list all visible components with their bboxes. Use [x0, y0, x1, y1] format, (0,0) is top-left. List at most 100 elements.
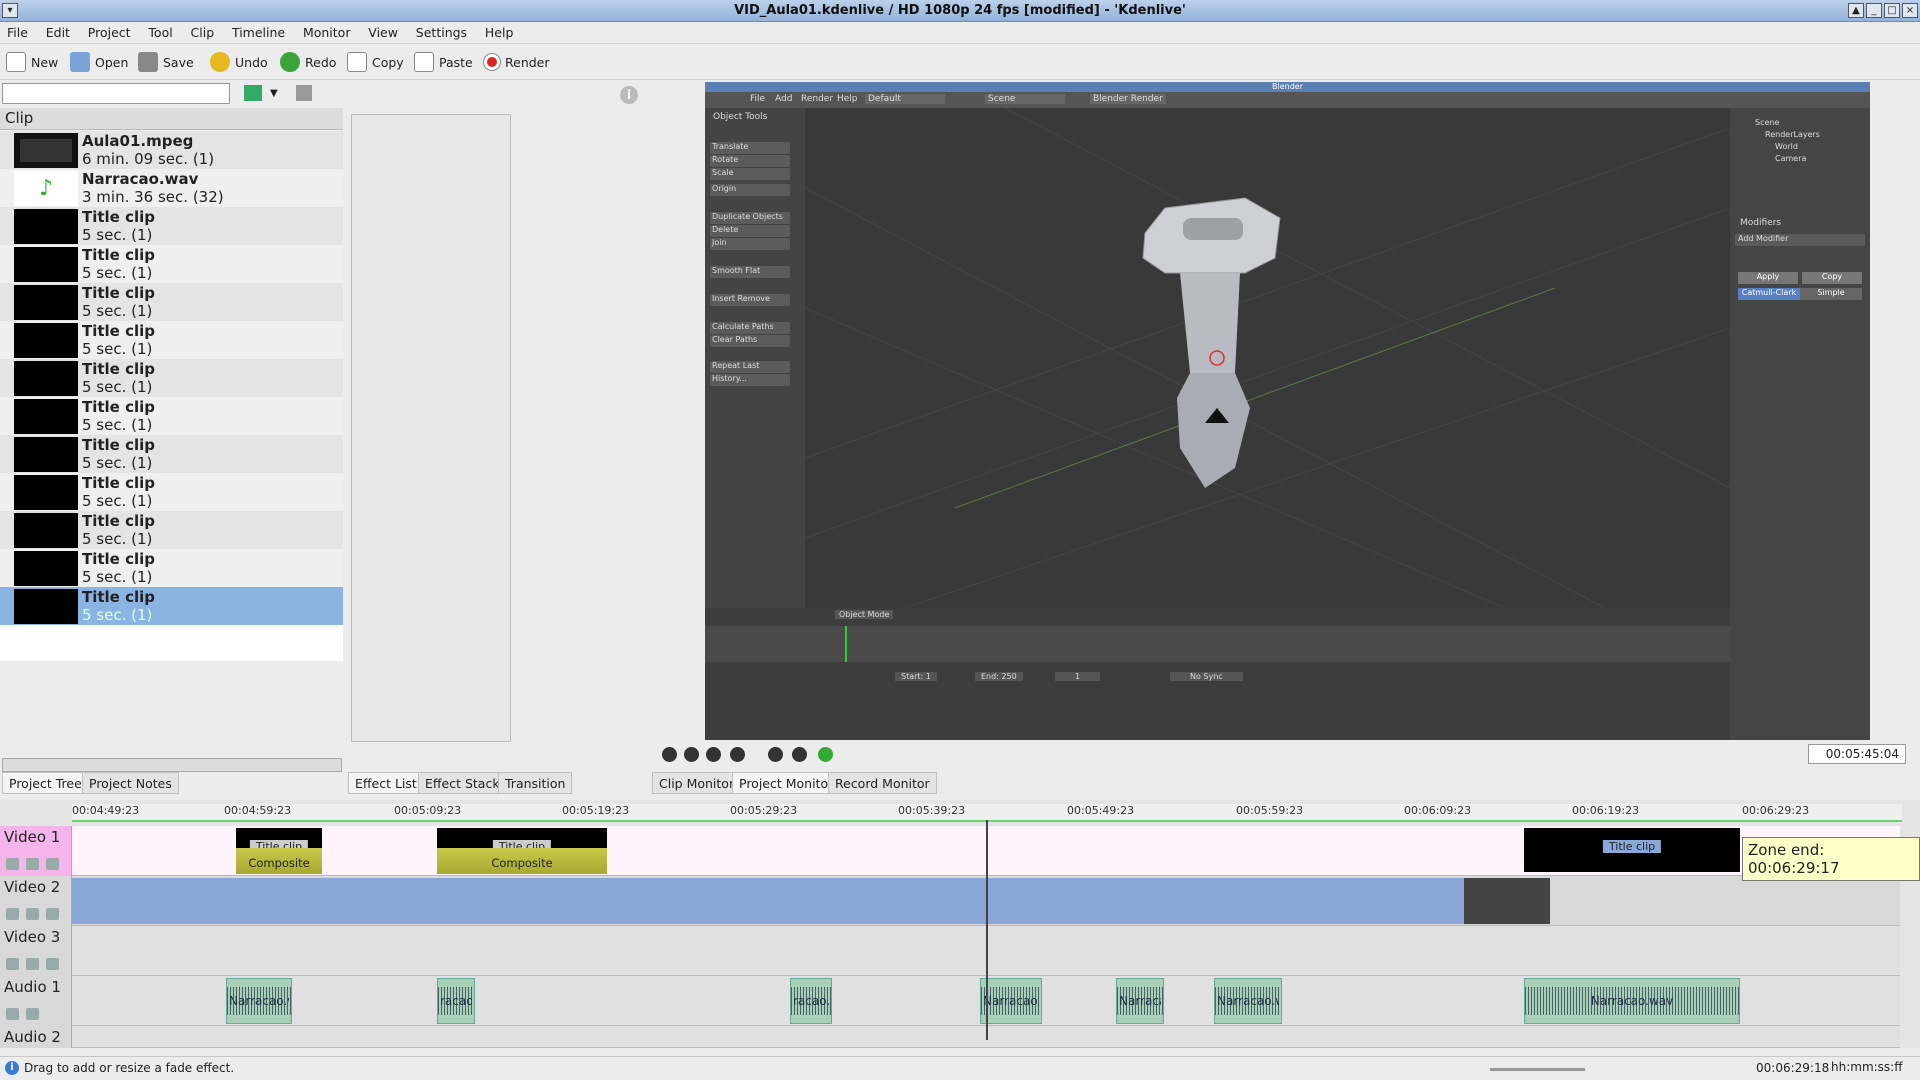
list-item[interactable]: Title clip 5 sec. (1) — [0, 321, 343, 359]
copy-modifier-button: Copy — [1802, 272, 1862, 284]
list-item[interactable]: Title clip 5 sec. (1) — [0, 549, 343, 587]
copy-button[interactable]: Copy — [347, 50, 404, 74]
redo-button[interactable]: Redo — [280, 50, 336, 74]
audio-clip[interactable]: racao.v — [437, 978, 475, 1024]
video-clip[interactable] — [72, 878, 1464, 924]
play-icon[interactable] — [730, 747, 745, 762]
tab-project-monitor[interactable]: Project Monitor — [732, 772, 841, 794]
horizontal-scrollbar[interactable] — [2, 758, 342, 772]
forward-icon[interactable] — [768, 747, 783, 762]
video-icon[interactable] — [46, 858, 59, 870]
clip-name: Title clip — [82, 322, 155, 340]
audio-clip[interactable]: racao.v — [790, 978, 832, 1024]
list-item[interactable]: Title clip 5 sec. (1) — [0, 397, 343, 435]
menu-settings[interactable]: Settings — [409, 22, 474, 43]
track-video-3: Video 3 — [0, 926, 1900, 976]
list-item[interactable]: Title clip 5 sec. (1) — [0, 473, 343, 511]
mute-icon[interactable] — [26, 1008, 39, 1020]
render-button[interactable]: Render — [484, 50, 550, 74]
tab-effect-list[interactable]: Effect List — [348, 772, 424, 794]
modifiers-header: Modifiers — [1740, 218, 1782, 228]
list-item[interactable]: ♪ Narracao.wav 3 min. 36 sec. (32) — [0, 169, 343, 207]
track-name: Audio 2 — [4, 1028, 61, 1046]
mute-icon[interactable] — [26, 958, 39, 970]
menu-monitor[interactable]: Monitor — [296, 22, 358, 43]
set-zone-start-icon[interactable] — [662, 747, 677, 762]
list-item[interactable]: Title clip 5 sec. (1) — [0, 207, 343, 245]
menu-view[interactable]: View — [361, 22, 405, 43]
info-icon[interactable]: i — [620, 86, 638, 104]
rewind-icon[interactable] — [706, 747, 721, 762]
volume-icon[interactable] — [818, 747, 833, 762]
timeline-playhead[interactable] — [986, 820, 988, 1040]
video-icon[interactable] — [46, 958, 59, 970]
open-button[interactable]: Open — [70, 50, 128, 74]
composite-transition[interactable]: Composite — [236, 848, 322, 874]
composite-transition[interactable]: Composite — [437, 848, 607, 874]
audio-clip[interactable]: Narracao.wav — [1524, 978, 1740, 1024]
window-close-button[interactable]: × — [1902, 3, 1918, 18]
outliner-item: World — [1775, 142, 1798, 151]
blender-menu-add: Add — [775, 94, 793, 104]
menu-edit[interactable]: Edit — [39, 22, 77, 43]
list-item[interactable]: Title clip 5 sec. (1) — [0, 245, 343, 283]
menu-project[interactable]: Project — [81, 22, 138, 43]
video-icon[interactable] — [46, 908, 59, 920]
audio-clip[interactable]: Narracao.wa — [1214, 978, 1282, 1024]
tab-transition[interactable]: Transition — [498, 772, 573, 794]
paste-icon — [414, 52, 434, 72]
save-button[interactable]: Save — [138, 50, 194, 74]
edit-clip-icon[interactable] — [296, 85, 312, 101]
window-shade-button[interactable]: ▲ — [1848, 3, 1864, 18]
add-clip-icon[interactable] — [244, 85, 262, 101]
clip-name: Title clip — [82, 588, 155, 606]
menu-clip[interactable]: Clip — [184, 22, 222, 43]
window-minimize-button[interactable]: _ — [1866, 3, 1882, 18]
settings-gear-icon[interactable] — [792, 747, 807, 762]
chevron-down-icon[interactable]: ▼ — [270, 88, 278, 99]
tab-project-notes[interactable]: Project Notes — [82, 772, 179, 794]
clip-thumbnail — [14, 551, 78, 586]
zoom-slider[interactable] — [1490, 1068, 1585, 1071]
list-item[interactable]: Title clip 5 sec. (1) — [0, 359, 343, 397]
tab-record-monitor[interactable]: Record Monitor — [828, 772, 937, 794]
blender-menu-render: Render — [801, 94, 834, 104]
video-clip-thumbnail[interactable] — [1464, 878, 1550, 924]
new-button[interactable]: New — [6, 50, 58, 74]
list-item[interactable]: Title clip 5 sec. (1) — [0, 435, 343, 473]
list-item[interactable]: Aula01.mpeg 6 min. 09 sec. (1) — [0, 131, 343, 169]
menu-tool[interactable]: Tool — [141, 22, 179, 43]
paste-button[interactable]: Paste — [414, 50, 473, 74]
lock-icon[interactable] — [6, 908, 19, 920]
tab-clip-monitor[interactable]: Clip Monitor — [652, 772, 742, 794]
menu-help[interactable]: Help — [478, 22, 521, 43]
ruler-tick: 00:06:19:23 — [1572, 804, 1640, 817]
timecode-format-select[interactable]: hh:mm:ss:ff — [1827, 1060, 1907, 1074]
list-item-selected[interactable]: Title clip 5 sec. (1) — [0, 587, 343, 625]
menu-file[interactable]: File — [0, 22, 35, 43]
lock-icon[interactable] — [6, 1008, 19, 1020]
clip-thumbnail — [14, 475, 78, 510]
audio-clip[interactable]: Narracao.wa — [980, 978, 1042, 1024]
tab-effect-stack[interactable]: Effect Stack — [418, 772, 507, 794]
lock-icon[interactable] — [6, 858, 19, 870]
mute-icon[interactable] — [26, 858, 39, 870]
menu-timeline[interactable]: Timeline — [225, 22, 292, 43]
paste-label: Paste — [439, 54, 473, 70]
set-zone-end-icon[interactable] — [684, 747, 699, 762]
clip-duration: 3 min. 36 sec. (32) — [82, 188, 224, 206]
audio-clip[interactable]: Narracao.w — [1116, 978, 1164, 1024]
clip-duration: 5 sec. (1) — [82, 568, 153, 586]
clip-name: Aula01.mpeg — [82, 132, 194, 150]
undo-button[interactable]: Undo — [210, 50, 268, 74]
lock-icon[interactable] — [6, 958, 19, 970]
project-search-input[interactable] — [2, 83, 230, 104]
title-clip[interactable]: Title clip — [1524, 828, 1740, 872]
window-maximize-button[interactable]: □ — [1884, 3, 1900, 18]
list-item[interactable]: Title clip 5 sec. (1) — [0, 511, 343, 549]
mute-icon[interactable] — [26, 908, 39, 920]
monitor-timecode[interactable]: 00:05:45:04 — [1808, 744, 1906, 764]
audio-clip[interactable]: Narracao.wa — [226, 978, 292, 1024]
tab-project-tree[interactable]: Project Tree — [2, 772, 89, 794]
list-item[interactable]: Title clip 5 sec. (1) — [0, 283, 343, 321]
